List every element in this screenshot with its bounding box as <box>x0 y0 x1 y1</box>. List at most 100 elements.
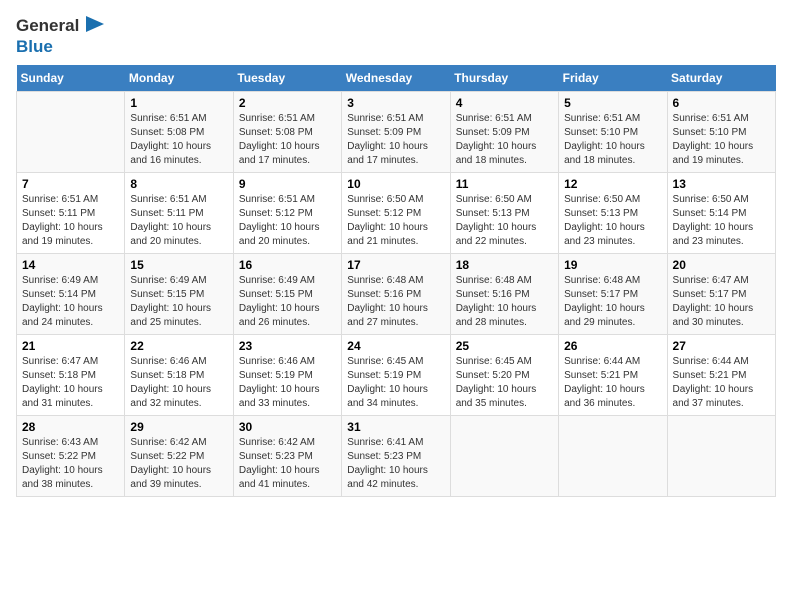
day-number: 13 <box>673 177 770 191</box>
calendar-week-row: 28 Sunrise: 6:43 AMSunset: 5:22 PMDayligh… <box>17 415 776 496</box>
day-info: Sunrise: 6:44 AMSunset: 5:21 PMDaylight:… <box>564 355 661 411</box>
calendar-cell: 16 Sunrise: 6:49 AMSunset: 5:15 PMDayligh… <box>233 253 341 334</box>
day-info: Sunrise: 6:51 AMSunset: 5:09 PMDaylight:… <box>456 112 553 168</box>
calendar-cell: 27 Sunrise: 6:44 AMSunset: 5:21 PMDayligh… <box>667 334 775 415</box>
day-info: Sunrise: 6:48 AMSunset: 5:17 PMDaylight:… <box>564 274 661 330</box>
calendar-week-row: 1 Sunrise: 6:51 AMSunset: 5:08 PMDaylight… <box>17 91 776 172</box>
day-header-wednesday: Wednesday <box>342 65 450 92</box>
calendar-cell: 25 Sunrise: 6:45 AMSunset: 5:20 PMDayligh… <box>450 334 558 415</box>
day-info: Sunrise: 6:51 AMSunset: 5:11 PMDaylight:… <box>22 193 119 249</box>
day-info: Sunrise: 6:45 AMSunset: 5:19 PMDaylight:… <box>347 355 444 411</box>
day-info: Sunrise: 6:51 AMSunset: 5:08 PMDaylight:… <box>239 112 336 168</box>
logo: General Blue <box>16 16 104 57</box>
logo-wordmark: General Blue <box>16 16 104 57</box>
logo-flag <box>86 16 104 38</box>
calendar-cell: 18 Sunrise: 6:48 AMSunset: 5:16 PMDayligh… <box>450 253 558 334</box>
calendar-cell: 29Sunrise: 6:42 AMSunset: 5:22 PMDayligh… <box>125 415 233 496</box>
day-number: 8 <box>130 177 227 191</box>
day-info: Sunrise: 6:50 AMSunset: 5:12 PMDaylight:… <box>347 193 444 249</box>
day-number: 4 <box>456 96 553 110</box>
day-number: 28 <box>22 420 119 434</box>
day-info: Sunrise: 6:49 AMSunset: 5:15 PMDaylight:… <box>239 274 336 330</box>
calendar-cell: 14Sunrise: 6:49 AMSunset: 5:14 PMDayligh… <box>17 253 125 334</box>
day-number: 18 <box>456 258 553 272</box>
day-info: Sunrise: 6:51 AMSunset: 5:11 PMDaylight:… <box>130 193 227 249</box>
day-number: 12 <box>564 177 661 191</box>
day-number: 19 <box>564 258 661 272</box>
calendar-cell: 4 Sunrise: 6:51 AMSunset: 5:09 PMDaylight… <box>450 91 558 172</box>
calendar-cell: 9Sunrise: 6:51 AMSunset: 5:12 PMDaylight… <box>233 172 341 253</box>
day-info: Sunrise: 6:51 AMSunset: 5:12 PMDaylight:… <box>239 193 336 249</box>
calendar-cell: 5Sunrise: 6:51 AMSunset: 5:10 PMDaylight… <box>559 91 667 172</box>
day-info: Sunrise: 6:42 AMSunset: 5:22 PMDaylight:… <box>130 436 227 492</box>
day-number: 22 <box>130 339 227 353</box>
day-header-friday: Friday <box>559 65 667 92</box>
day-number: 31 <box>347 420 444 434</box>
calendar-cell: 10Sunrise: 6:50 AMSunset: 5:12 PMDayligh… <box>342 172 450 253</box>
calendar-cell: 21Sunrise: 6:47 AMSunset: 5:18 PMDayligh… <box>17 334 125 415</box>
calendar-cell: 11 Sunrise: 6:50 AMSunset: 5:13 PMDayligh… <box>450 172 558 253</box>
day-number: 2 <box>239 96 336 110</box>
day-info: Sunrise: 6:49 AMSunset: 5:14 PMDaylight:… <box>22 274 119 330</box>
day-header-monday: Monday <box>125 65 233 92</box>
day-number: 7 <box>22 177 119 191</box>
calendar-cell: 3 Sunrise: 6:51 AMSunset: 5:09 PMDaylight… <box>342 91 450 172</box>
day-info: Sunrise: 6:50 AMSunset: 5:14 PMDaylight:… <box>673 193 770 249</box>
day-info: Sunrise: 6:42 AMSunset: 5:23 PMDaylight:… <box>239 436 336 492</box>
calendar-cell: 28 Sunrise: 6:43 AMSunset: 5:22 PMDayligh… <box>17 415 125 496</box>
day-header-saturday: Saturday <box>667 65 775 92</box>
day-info: Sunrise: 6:51 AMSunset: 5:09 PMDaylight:… <box>347 112 444 168</box>
day-info: Sunrise: 6:46 AMSunset: 5:18 PMDaylight:… <box>130 355 227 411</box>
day-info: Sunrise: 6:49 AMSunset: 5:15 PMDaylight:… <box>130 274 227 330</box>
calendar-cell: 17 Sunrise: 6:48 AMSunset: 5:16 PMDayligh… <box>342 253 450 334</box>
calendar-cell: 12 Sunrise: 6:50 AMSunset: 5:13 PMDayligh… <box>559 172 667 253</box>
day-info: Sunrise: 6:51 AMSunset: 5:10 PMDaylight:… <box>673 112 770 168</box>
day-info: Sunrise: 6:45 AMSunset: 5:20 PMDaylight:… <box>456 355 553 411</box>
calendar-cell: 2 Sunrise: 6:51 AMSunset: 5:08 PMDaylight… <box>233 91 341 172</box>
calendar-cell: 19 Sunrise: 6:48 AMSunset: 5:17 PMDayligh… <box>559 253 667 334</box>
logo-blue: Blue <box>16 37 53 56</box>
calendar-cell: 13 Sunrise: 6:50 AMSunset: 5:14 PMDayligh… <box>667 172 775 253</box>
calendar-cell <box>450 415 558 496</box>
days-header-row: SundayMondayTuesdayWednesdayThursdayFrid… <box>17 65 776 92</box>
day-header-sunday: Sunday <box>17 65 125 92</box>
day-info: Sunrise: 6:51 AMSunset: 5:10 PMDaylight:… <box>564 112 661 168</box>
calendar-week-row: 21Sunrise: 6:47 AMSunset: 5:18 PMDayligh… <box>17 334 776 415</box>
day-info: Sunrise: 6:51 AMSunset: 5:08 PMDaylight:… <box>130 112 227 168</box>
calendar-cell: 22 Sunrise: 6:46 AMSunset: 5:18 PMDayligh… <box>125 334 233 415</box>
calendar-week-row: 7 Sunrise: 6:51 AMSunset: 5:11 PMDaylight… <box>17 172 776 253</box>
day-info: Sunrise: 6:48 AMSunset: 5:16 PMDaylight:… <box>347 274 444 330</box>
calendar-cell: 31 Sunrise: 6:41 AMSunset: 5:23 PMDayligh… <box>342 415 450 496</box>
day-info: Sunrise: 6:46 AMSunset: 5:19 PMDaylight:… <box>239 355 336 411</box>
day-number: 1 <box>130 96 227 110</box>
day-number: 3 <box>347 96 444 110</box>
day-number: 11 <box>456 177 553 191</box>
calendar-cell <box>667 415 775 496</box>
day-info: Sunrise: 6:44 AMSunset: 5:21 PMDaylight:… <box>673 355 770 411</box>
day-number: 21 <box>22 339 119 353</box>
day-number: 17 <box>347 258 444 272</box>
calendar-cell: 20 Sunrise: 6:47 AMSunset: 5:17 PMDayligh… <box>667 253 775 334</box>
day-info: Sunrise: 6:47 AMSunset: 5:17 PMDaylight:… <box>673 274 770 330</box>
calendar-week-row: 14Sunrise: 6:49 AMSunset: 5:14 PMDayligh… <box>17 253 776 334</box>
day-info: Sunrise: 6:50 AMSunset: 5:13 PMDaylight:… <box>564 193 661 249</box>
day-number: 24 <box>347 339 444 353</box>
calendar-cell: 6 Sunrise: 6:51 AMSunset: 5:10 PMDaylight… <box>667 91 775 172</box>
calendar-cell: 15Sunrise: 6:49 AMSunset: 5:15 PMDayligh… <box>125 253 233 334</box>
day-number: 16 <box>239 258 336 272</box>
calendar-cell: 30Sunrise: 6:42 AMSunset: 5:23 PMDayligh… <box>233 415 341 496</box>
day-number: 20 <box>673 258 770 272</box>
day-info: Sunrise: 6:50 AMSunset: 5:13 PMDaylight:… <box>456 193 553 249</box>
header: General Blue <box>16 16 776 57</box>
day-header-thursday: Thursday <box>450 65 558 92</box>
day-info: Sunrise: 6:41 AMSunset: 5:23 PMDaylight:… <box>347 436 444 492</box>
day-number: 27 <box>673 339 770 353</box>
day-number: 25 <box>456 339 553 353</box>
day-number: 26 <box>564 339 661 353</box>
calendar-cell <box>17 91 125 172</box>
calendar-table: SundayMondayTuesdayWednesdayThursdayFrid… <box>16 65 776 497</box>
day-info: Sunrise: 6:43 AMSunset: 5:22 PMDaylight:… <box>22 436 119 492</box>
day-info: Sunrise: 6:48 AMSunset: 5:16 PMDaylight:… <box>456 274 553 330</box>
calendar-cell: 26 Sunrise: 6:44 AMSunset: 5:21 PMDayligh… <box>559 334 667 415</box>
day-number: 6 <box>673 96 770 110</box>
